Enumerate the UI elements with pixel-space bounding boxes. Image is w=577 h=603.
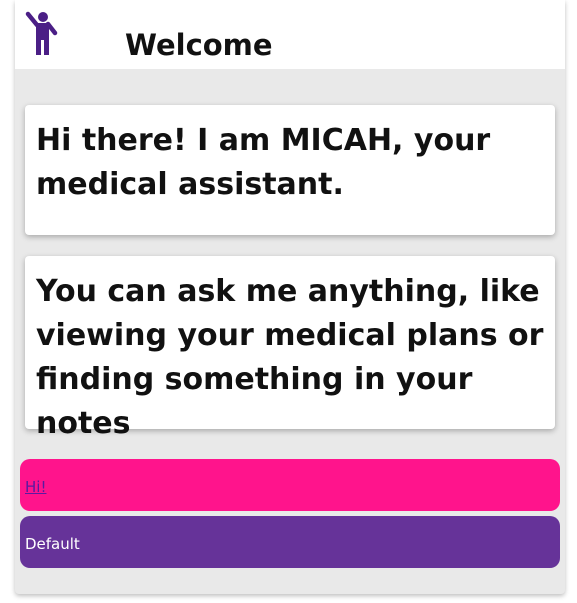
default-button[interactable]: Default — [20, 516, 560, 568]
message-card: Hi there! I am MICAH, your medical assis… — [25, 105, 555, 235]
message-card: You can ask me anything, like viewing yo… — [25, 256, 555, 441]
default-button-label: Default — [25, 535, 80, 553]
page-title: Welcome — [125, 28, 273, 62]
person-waving-icon — [25, 11, 58, 55]
chat-window: Welcome Hi there! I am MICAH, your medic… — [15, 0, 565, 594]
hi-button-label[interactable]: Hi! — [25, 478, 46, 496]
hi-button[interactable]: Hi! — [20, 459, 560, 511]
message-text: Hi there! I am MICAH, your medical assis… — [36, 123, 491, 202]
message-text: You can ask me anything, like viewing yo… — [36, 274, 544, 441]
header-bar: Welcome — [15, 0, 565, 69]
